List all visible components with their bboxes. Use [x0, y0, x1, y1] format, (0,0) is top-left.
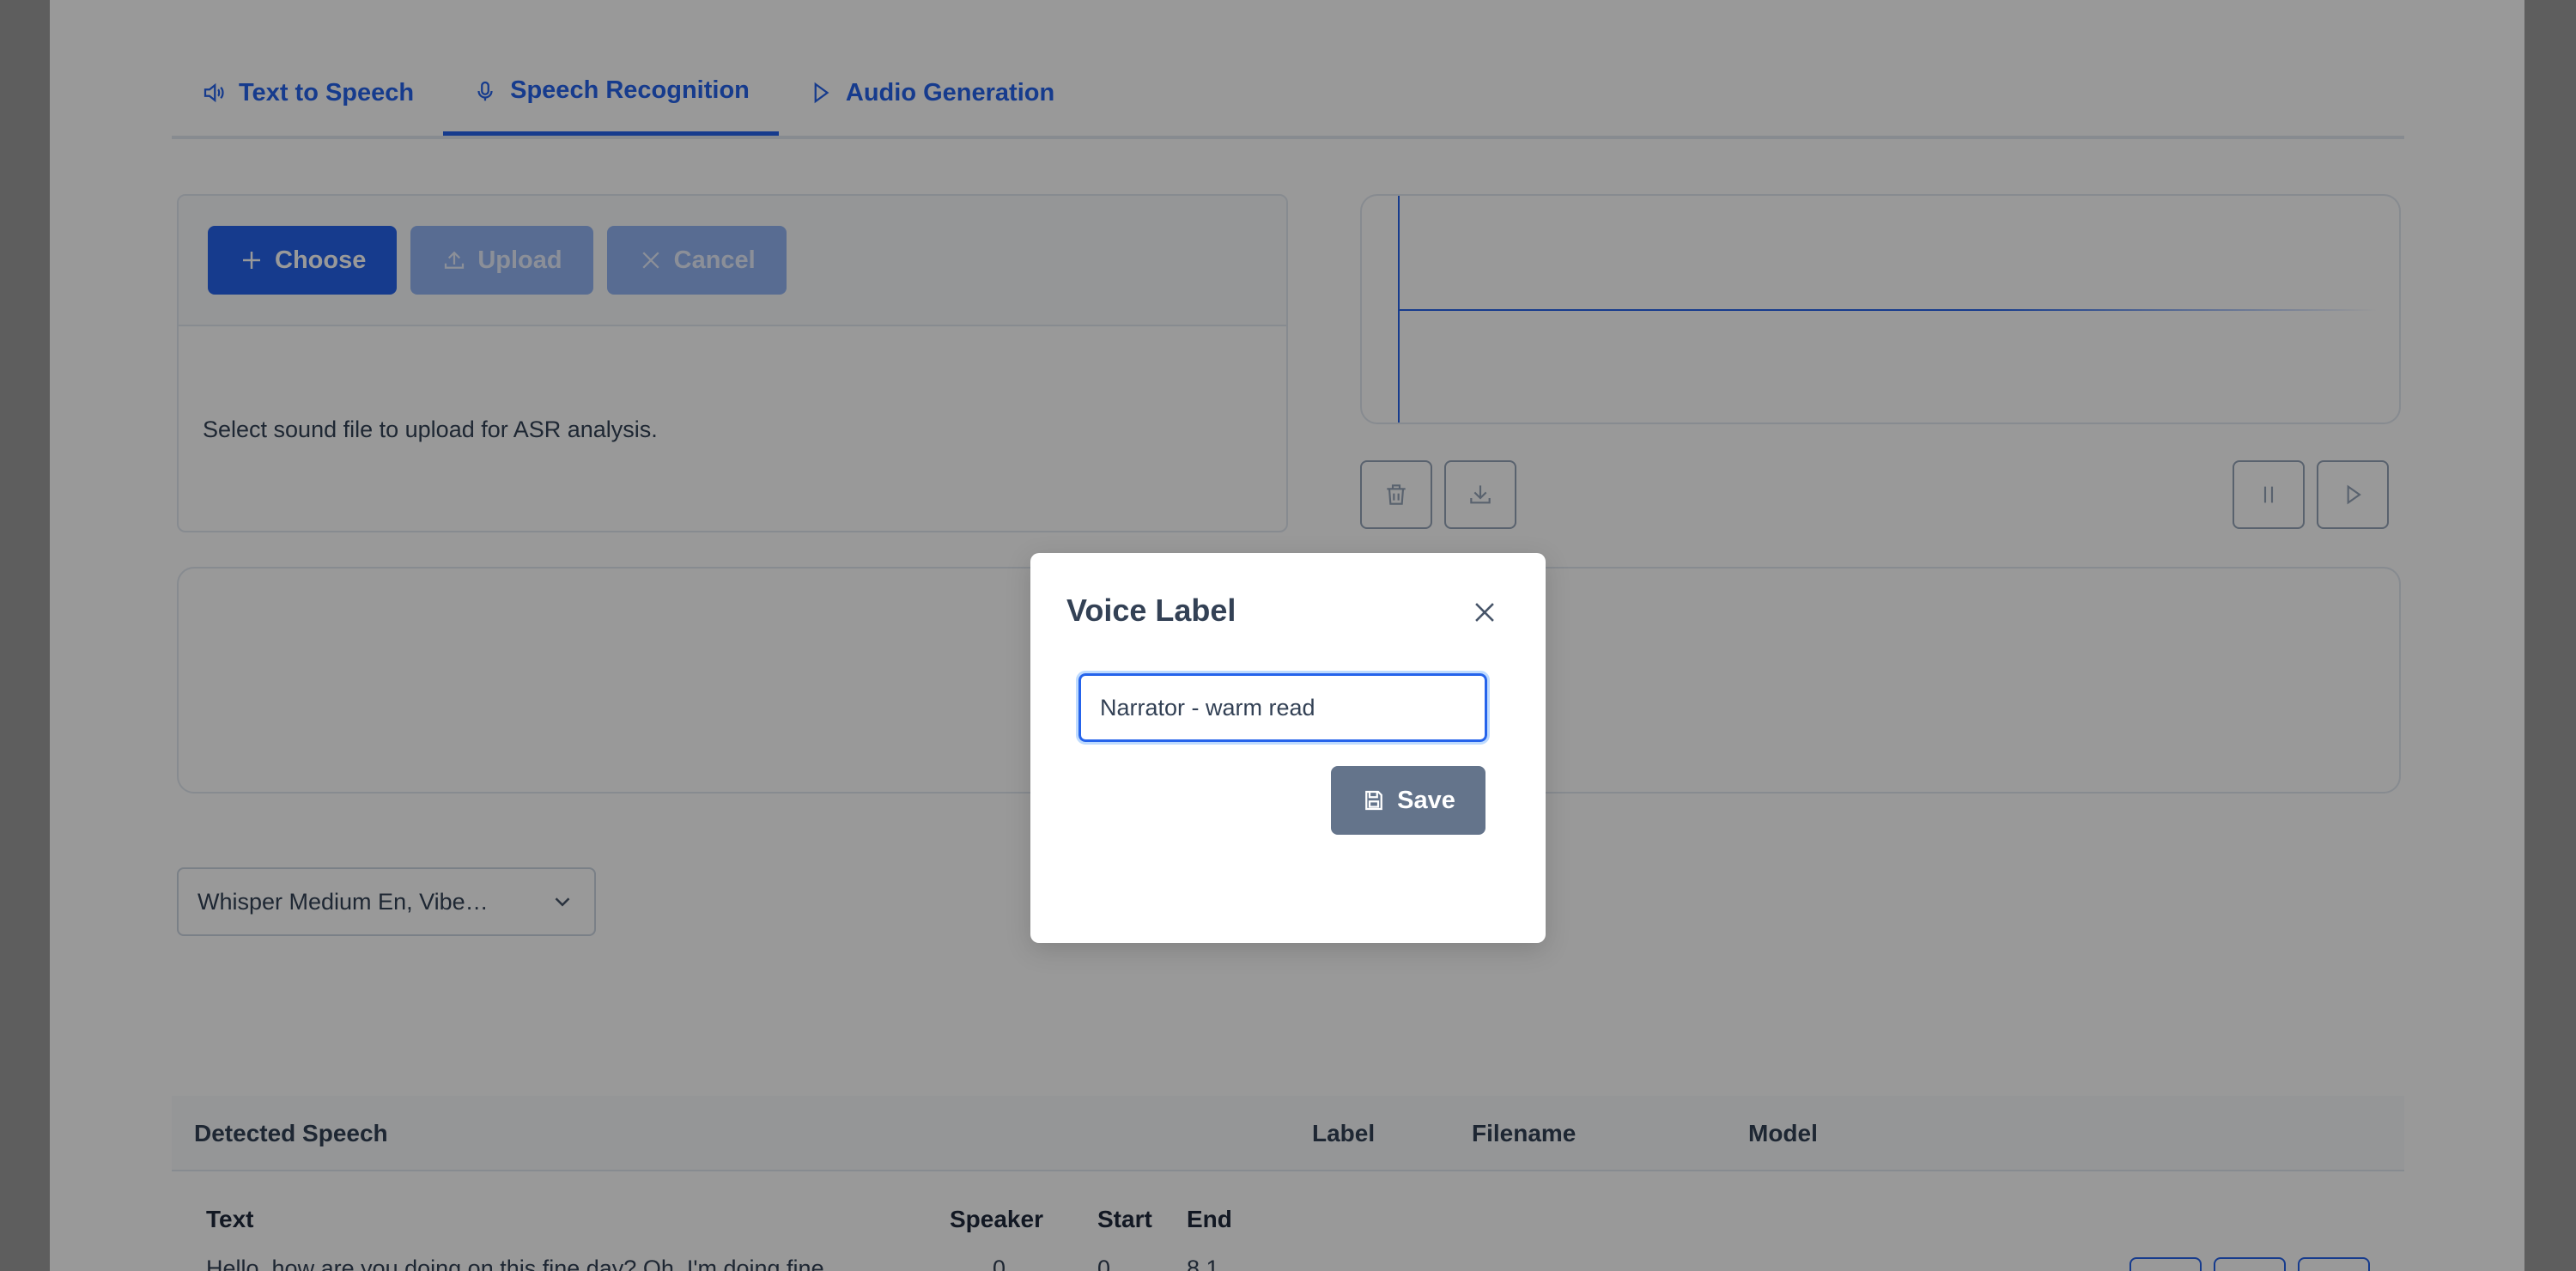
save-label: Save [1397, 786, 1455, 814]
voice-label-input[interactable] [1076, 671, 1490, 745]
dialog-title: Voice Label [1066, 593, 1236, 628]
voice-label-dialog: Voice Label Save [1030, 553, 1546, 943]
save-icon [1365, 790, 1382, 811]
close-icon[interactable] [1470, 598, 1499, 627]
save-button[interactable]: Save [1331, 766, 1485, 835]
